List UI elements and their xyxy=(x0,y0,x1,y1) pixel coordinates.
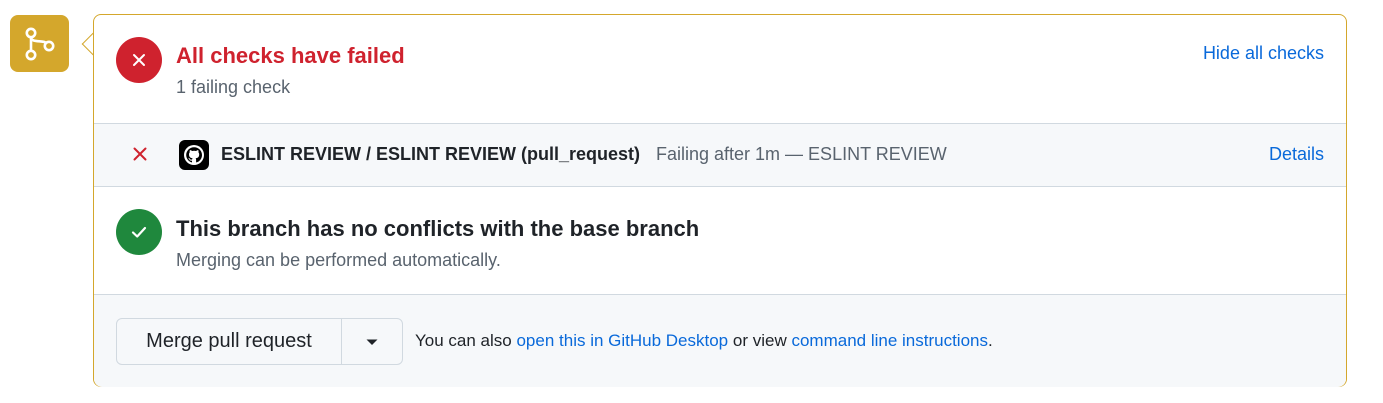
note-suffix: . xyxy=(988,331,993,350)
hide-all-checks-link[interactable]: Hide all checks xyxy=(1203,43,1324,64)
conflicts-subtitle: Merging can be performed automatically. xyxy=(176,250,501,270)
check-details-link[interactable]: Details xyxy=(1269,144,1324,165)
checks-status-subtitle: 1 failing check xyxy=(176,77,291,97)
merge-actions-section: Merge pull request You can also open thi… xyxy=(94,294,1346,387)
checks-status-section: All checks have failed 1 failing check H… xyxy=(94,15,1346,123)
conflicts-section: This branch has no conflicts with the ba… xyxy=(94,187,1346,294)
merge-alternatives-note: You can also open this in GitHub Desktop… xyxy=(415,331,993,351)
conflicts-title: This branch has no conflicts with the ba… xyxy=(176,216,700,241)
merge-pull-request-button[interactable]: Merge pull request xyxy=(117,319,342,364)
checks-status-title: All checks have failed xyxy=(176,43,405,68)
check-circle-icon xyxy=(116,209,162,255)
merge-method-dropdown-button[interactable] xyxy=(342,319,402,364)
merge-button-group: Merge pull request xyxy=(116,318,403,365)
github-mark-icon xyxy=(179,140,209,170)
x-icon xyxy=(130,144,150,164)
note-middle: or view xyxy=(732,331,787,350)
triangle-down-icon xyxy=(366,339,378,345)
check-list: ESLINT REVIEW / ESLINT REVIEW (pull_requ… xyxy=(94,123,1346,187)
merge-panel: All checks have failed 1 failing check H… xyxy=(93,14,1347,387)
merge-state-badge xyxy=(10,15,69,72)
command-line-instructions-link[interactable]: command line instructions xyxy=(791,331,988,350)
open-in-github-desktop-link[interactable]: open this in GitHub Desktop xyxy=(516,331,728,350)
note-prefix: You can also xyxy=(415,331,512,350)
git-branch-icon xyxy=(25,27,54,60)
x-circle-icon xyxy=(116,37,162,83)
check-name: ESLINT REVIEW / ESLINT REVIEW (pull_requ… xyxy=(221,144,641,164)
merge-box: All checks have failed 1 failing check H… xyxy=(0,0,1383,403)
check-description: Failing after 1m — ESLINT REVIEW xyxy=(656,144,947,164)
